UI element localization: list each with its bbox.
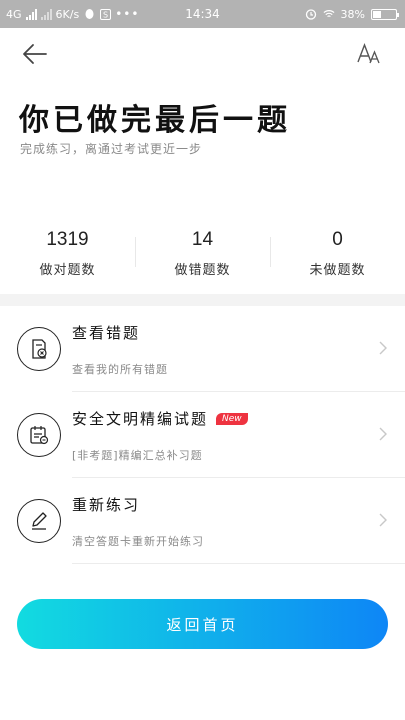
menu-item-desc: [非考题]精编汇总补习题 (72, 449, 203, 462)
row-divider (72, 563, 405, 564)
menu-item-redo-practice[interactable]: 重新练习 清空答题卡重新开始练习 (0, 478, 405, 564)
back-button[interactable] (20, 40, 50, 68)
action-menu: 查看错题 查看我的所有错题 安全文明精编试题 New [非考题]精编汇总补习题 重… (0, 306, 405, 564)
top-bar (0, 28, 405, 80)
calendar-icon (17, 413, 61, 457)
stat-value: 0 (332, 229, 343, 250)
chevron-right-icon (379, 513, 387, 527)
stats-row: 1319 做对题数 14 做错题数 0 未做题数 (0, 225, 405, 285)
menu-item-title: 安全文明精编试题 (72, 410, 209, 428)
battery-icon (371, 8, 399, 20)
stat-label: 未做题数 (309, 263, 366, 278)
font-size-button[interactable] (357, 42, 383, 66)
menu-item-label: 查看错题 (72, 324, 141, 342)
chevron-right-icon (379, 427, 387, 441)
menu-item-practice-set[interactable]: 安全文明精编试题 New [非考题]精编汇总补习题 (0, 392, 405, 478)
stat-correct: 1319 做对题数 (0, 225, 135, 285)
page-subtitle: 完成练习，离通过考试更近一步 (20, 142, 203, 156)
new-badge: New (216, 413, 248, 425)
stat-label: 做错题数 (174, 263, 231, 278)
wrong-questions-icon (17, 327, 61, 371)
menu-item-desc: 查看我的所有错题 (72, 363, 168, 376)
chevron-right-icon (379, 341, 387, 355)
status-right: 38% (305, 0, 399, 28)
back-arrow-icon (23, 44, 47, 64)
menu-item-label: 重新练习 (72, 496, 141, 514)
menu-item-view-wrong[interactable]: 查看错题 查看我的所有错题 (0, 306, 405, 392)
stat-value: 14 (191, 229, 214, 250)
stat-undone: 0 未做题数 (270, 225, 405, 285)
menu-item-label: 安全文明精编试题 New (72, 408, 248, 429)
alarm-icon (305, 8, 317, 20)
font-size-icon (357, 43, 380, 64)
wifi-icon (323, 8, 335, 20)
section-divider (0, 294, 405, 306)
page-title: 你已做完最后一题 (19, 103, 291, 138)
pencil-icon (17, 499, 61, 543)
stat-value: 1319 (46, 229, 89, 250)
menu-item-desc: 清空答题卡重新开始练习 (72, 535, 204, 548)
return-home-button[interactable]: 返回首页 (17, 599, 388, 649)
stat-label: 做对题数 (39, 263, 96, 278)
status-bar: 4G 6K/s S ••• 14:34 38% (0, 0, 405, 28)
battery-percent: 38% (340, 7, 365, 21)
stat-wrong: 14 做错题数 (135, 225, 270, 285)
